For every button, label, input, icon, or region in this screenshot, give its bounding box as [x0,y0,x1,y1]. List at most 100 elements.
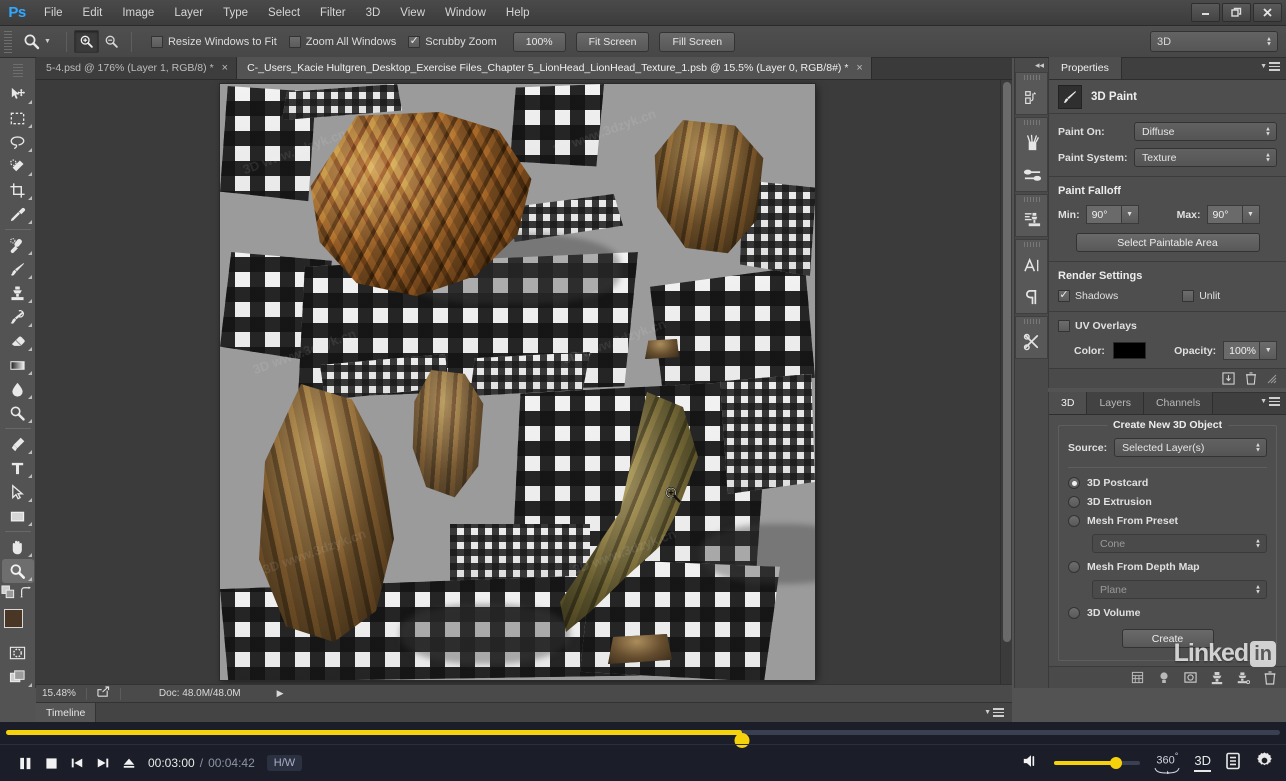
uv-opacity-input[interactable]: 100% [1223,341,1261,360]
pen-tool[interactable] [2,432,34,456]
zoom-all-windows-checkbox-box[interactable] [288,35,301,48]
menu-edit[interactable]: Edit [73,0,113,26]
radio-3d-volume[interactable] [1068,607,1080,619]
create-button[interactable]: Create [1121,629,1214,648]
rail-group-5-grip[interactable] [1016,317,1047,326]
zoom-out-button[interactable] [99,30,124,53]
zoom-icon[interactable] [18,30,44,54]
minimize-button[interactable] [1191,3,1220,22]
quick-selection-tool[interactable] [2,154,34,178]
scrubby-zoom-checkbox-box[interactable] [408,35,421,48]
uv-color-swatch[interactable] [1112,342,1147,359]
mesh-preset-chevron-icon[interactable]: ▲ ▼ [1255,538,1261,549]
restore-button[interactable] [1222,3,1251,22]
unlit-checkbox[interactable]: Unlit [1182,290,1220,302]
environment-icon[interactable] [1184,671,1197,684]
share-icon[interactable] [97,686,110,701]
hardware-acceleration-badge[interactable]: H/W [266,755,303,771]
menu-image[interactable]: Image [112,0,164,26]
eyedropper-tool[interactable] [2,202,34,226]
zoom-in-button[interactable] [73,30,99,53]
radio-mesh-from-preset[interactable] [1068,515,1080,527]
document-canvas[interactable]: 3D www.3dzyk.cn 3D www.3dzyk.cn 3D www.3… [220,84,815,680]
fill-screen-button[interactable]: Fill Screen [659,31,736,52]
material-icon[interactable] [1211,671,1223,685]
stop-button[interactable] [38,750,64,776]
source-chevron-icon[interactable]: ▲ ▼ [1255,442,1261,453]
paragraph-panel-icon[interactable] [1016,281,1048,313]
3d-button[interactable]: 3D [1194,754,1211,772]
paint-system-select[interactable]: Texture ▲ ▼ [1134,148,1277,167]
gradient-tool[interactable] [2,353,34,377]
delete-icon[interactable] [1264,670,1276,685]
shadows-checkbox-box[interactable] [1058,290,1070,302]
zoom-level-value[interactable]: 15.48% [42,688,76,699]
document-tab-1-close-icon[interactable]: × [222,62,228,74]
zoom-tool[interactable] [1,559,34,583]
rail-group-3-grip[interactable] [1016,195,1047,204]
clone-source-panel-icon[interactable] [1016,204,1048,236]
option-mesh-from-depth-map[interactable]: Mesh From Depth Map [1068,561,1267,573]
volume-slider[interactable] [1054,757,1141,769]
falloff-min-chevron-down-icon[interactable]: ▼ [1121,205,1139,224]
clone-stamp-tool[interactable] [2,281,34,305]
three-d-panel-menu-icon[interactable]: ▼ [1260,397,1280,406]
close-button[interactable] [1253,3,1282,22]
eject-button[interactable] [116,750,142,776]
menu-3d[interactable]: 3D [356,0,391,26]
falloff-max-input[interactable]: 90° [1206,205,1243,224]
options-bar-grip[interactable] [4,30,12,53]
uv-overlays-checkbox[interactable]: UV Overlays [1058,320,1277,332]
rail-group-1-grip[interactable] [1016,73,1047,82]
radio-mesh-from-depth-map[interactable] [1068,561,1080,573]
pause-button[interactable] [12,750,38,776]
option-3d-postcard[interactable]: 3D Postcard [1068,477,1267,489]
resize-grip-icon[interactable] [1267,374,1277,384]
tab-properties[interactable]: Properties [1049,57,1122,79]
document-tab-2[interactable]: C-_Users_Kacie Hultgren_Desktop_Exercise… [237,57,872,79]
rail-group-4-grip[interactable] [1016,240,1047,249]
falloff-min-input[interactable]: 90° [1085,205,1122,224]
spot-healing-brush-tool[interactable] [2,233,34,257]
brush-presets-panel-icon[interactable] [1016,159,1048,191]
crop-tool[interactable] [2,178,34,202]
next-button[interactable] [90,750,116,776]
menu-layer[interactable]: Layer [164,0,213,26]
option-3d-extrusion[interactable]: 3D Extrusion [1068,496,1267,508]
brush-tool[interactable] [2,257,34,281]
menu-view[interactable]: View [390,0,435,26]
tool-presets-panel-icon[interactable] [1016,326,1048,358]
canvas-area[interactable]: 3D www.3dzyk.cn 3D www.3dzyk.cn 3D www.3… [36,80,1012,684]
history-brush-tool[interactable] [2,305,34,329]
option-mesh-from-preset[interactable]: Mesh From Preset [1068,515,1267,527]
source-select[interactable]: Selected Layer(s) ▲ ▼ [1114,438,1267,457]
delete-icon[interactable] [1245,372,1257,385]
rectangle-tool[interactable] [2,504,34,528]
menu-help[interactable]: Help [496,0,540,26]
unlit-checkbox-box[interactable] [1182,290,1195,302]
playlist-button[interactable] [1225,752,1241,775]
screen-mode-icon[interactable] [2,665,34,689]
canvas-vertical-scrollbar-thumb[interactable] [1003,82,1011,642]
zoom-100-button[interactable]: 100% [512,31,566,52]
menu-file[interactable]: File [34,0,73,26]
paint-on-select[interactable]: Diffuse ▲ ▼ [1134,122,1277,141]
rail-group-2-grip[interactable] [1016,118,1047,127]
type-tool[interactable] [2,456,34,480]
document-tab-2-close-icon[interactable]: × [856,62,862,74]
marquee-tool[interactable] [2,106,34,130]
tab-3d[interactable]: 3D [1049,392,1088,414]
quick-mask-mode-icon[interactable] [2,641,34,665]
scrubby-zoom-checkbox[interactable]: Scrubby Zoom [408,35,497,48]
tab-layers[interactable]: Layers [1087,392,1144,414]
menu-select[interactable]: Select [258,0,310,26]
volume-icon[interactable] [1022,753,1040,774]
workspace-selector[interactable]: 3D ▲ ▼ [1150,31,1278,52]
character-panel-icon[interactable] [1016,249,1048,281]
fit-screen-button[interactable]: Fit Screen [575,31,650,52]
workspace-chevron-icon[interactable]: ▲ ▼ [1266,36,1272,47]
uv-overlays-checkbox-box[interactable] [1058,320,1070,332]
move-tool[interactable] [2,82,34,106]
falloff-max-chevron-down-icon[interactable]: ▼ [1242,205,1260,224]
menu-filter[interactable]: Filter [310,0,356,26]
